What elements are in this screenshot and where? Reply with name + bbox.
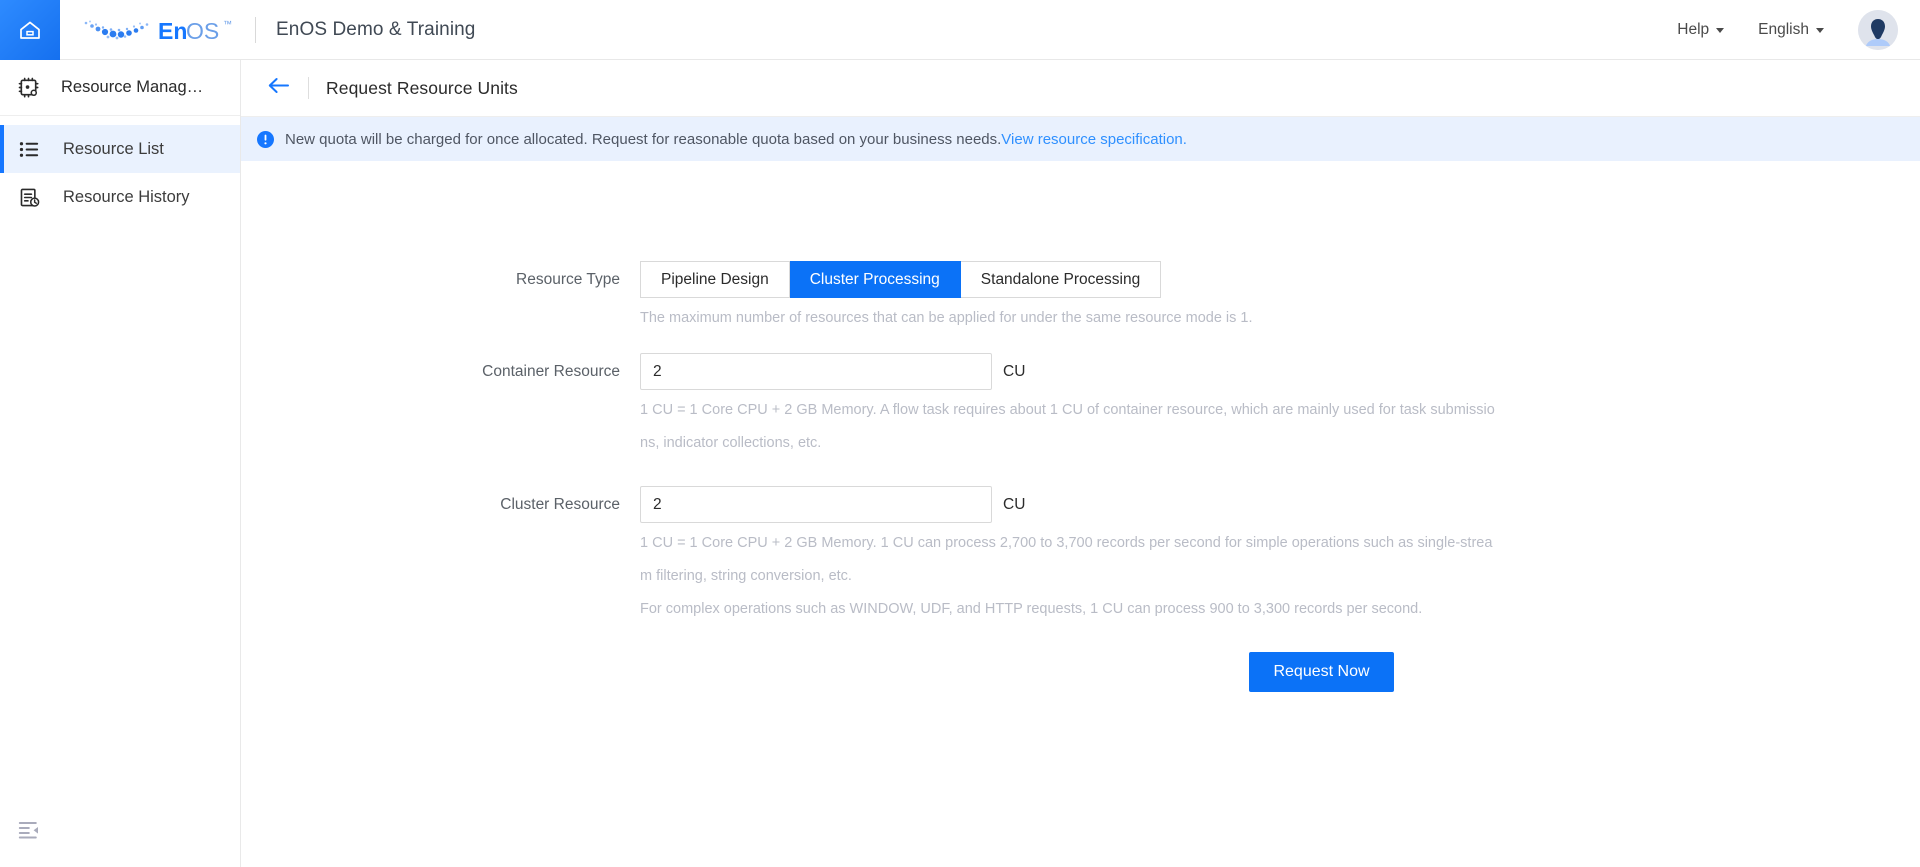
info-banner: New quota will be charged for once alloc…	[241, 117, 1920, 161]
resource-chip-icon	[17, 76, 43, 99]
main-content: Request Resource Units New quota will be…	[241, 60, 1920, 867]
container-resource-label: Container Resource	[482, 363, 620, 380]
sidebar-module-header[interactable]: Resource Manag…	[0, 60, 240, 116]
view-resource-specification-link[interactable]: View resource specification.	[1001, 131, 1187, 148]
svg-text:En: En	[158, 18, 187, 44]
info-circle-icon	[257, 130, 274, 148]
language-label: English	[1758, 20, 1809, 38]
svg-text:OS: OS	[186, 18, 219, 44]
cluster-resource-hint-1: 1 CU = 1 Core CPU + 2 GB Memory. 1 CU ca…	[640, 535, 1493, 584]
form-row-cluster-resource: Cluster Resource CU 1 CU = 1 Core CPU + …	[241, 486, 1920, 626]
sidebar-item-label: Resource History	[63, 187, 190, 206]
cluster-resource-unit: CU	[1003, 495, 1026, 513]
history-document-icon	[19, 187, 43, 208]
collapse-sidebar-icon	[18, 822, 40, 844]
info-banner-text: New quota will be charged for once alloc…	[285, 130, 1002, 148]
sidebar-nav: Resource List Resource History	[0, 116, 240, 221]
request-resource-form: Resource Type Pipeline Design Cluster Pr…	[241, 161, 1920, 692]
chevron-down-icon	[1716, 28, 1725, 33]
home-button[interactable]	[0, 0, 60, 60]
form-row-resource-type: Resource Type Pipeline Design Cluster Pr…	[241, 261, 1920, 335]
container-resource-unit: CU	[1003, 362, 1026, 380]
list-icon	[19, 139, 43, 160]
chevron-down-icon	[1816, 28, 1824, 33]
sidebar-item-resource-list[interactable]: Resource List	[0, 125, 240, 173]
help-menu[interactable]: Help	[1677, 20, 1725, 39]
brand-area: En OS ™ EnOS Demo & Training	[60, 0, 475, 60]
help-label: Help	[1677, 20, 1710, 38]
back-button[interactable]	[267, 76, 292, 100]
brand-divider	[255, 16, 256, 43]
resource-type-option-pipeline-design[interactable]: Pipeline Design	[640, 261, 790, 298]
cluster-resource-hint-2: For complex operations such as WINDOW, U…	[640, 601, 1423, 617]
tenant-title: EnOS Demo & Training	[276, 18, 476, 40]
resource-type-hint: The maximum number of resources that can…	[640, 310, 1253, 326]
svg-text:™: ™	[223, 19, 232, 29]
request-now-button[interactable]: Request Now	[1249, 652, 1394, 692]
back-arrow-icon	[267, 76, 290, 100]
avatar[interactable]	[1858, 9, 1898, 50]
resource-type-option-cluster-processing[interactable]: Cluster Processing	[789, 261, 961, 298]
form-row-container-resource: Container Resource CU 1 CU = 1 Core CPU …	[241, 353, 1920, 460]
page-title: Request Resource Units	[326, 77, 518, 98]
collapse-sidebar-button[interactable]	[18, 820, 40, 845]
sidebar-module-title: Resource Manag…	[61, 78, 204, 96]
language-menu[interactable]: English	[1758, 21, 1824, 39]
top-bar: En OS ™ EnOS Demo & Training Help Englis…	[0, 0, 1920, 60]
top-bar-actions: Help English	[1643, 0, 1920, 60]
container-resource-input[interactable]	[640, 353, 992, 390]
header-divider	[308, 77, 309, 99]
user-avatar-icon	[1858, 9, 1898, 50]
page-header: Request Resource Units	[241, 60, 1920, 117]
sidebar-item-resource-history[interactable]: Resource History	[0, 173, 240, 221]
submit-row: Request Now	[241, 652, 1920, 692]
sidebar-item-label: Resource List	[63, 139, 164, 158]
resource-type-segmented-control: Pipeline Design Cluster Processing Stand…	[640, 261, 1162, 298]
resource-type-option-standalone-processing[interactable]: Standalone Processing	[960, 261, 1162, 298]
enos-logo: En OS ™	[78, 13, 233, 47]
home-icon	[17, 17, 43, 43]
cluster-resource-input[interactable]	[640, 486, 992, 523]
cluster-resource-label: Cluster Resource	[500, 496, 620, 513]
container-resource-hint: 1 CU = 1 Core CPU + 2 GB Memory. A flow …	[640, 402, 1495, 451]
sidebar: Resource Manag… Resource List Resource H…	[0, 60, 241, 867]
resource-type-label: Resource Type	[516, 271, 620, 288]
